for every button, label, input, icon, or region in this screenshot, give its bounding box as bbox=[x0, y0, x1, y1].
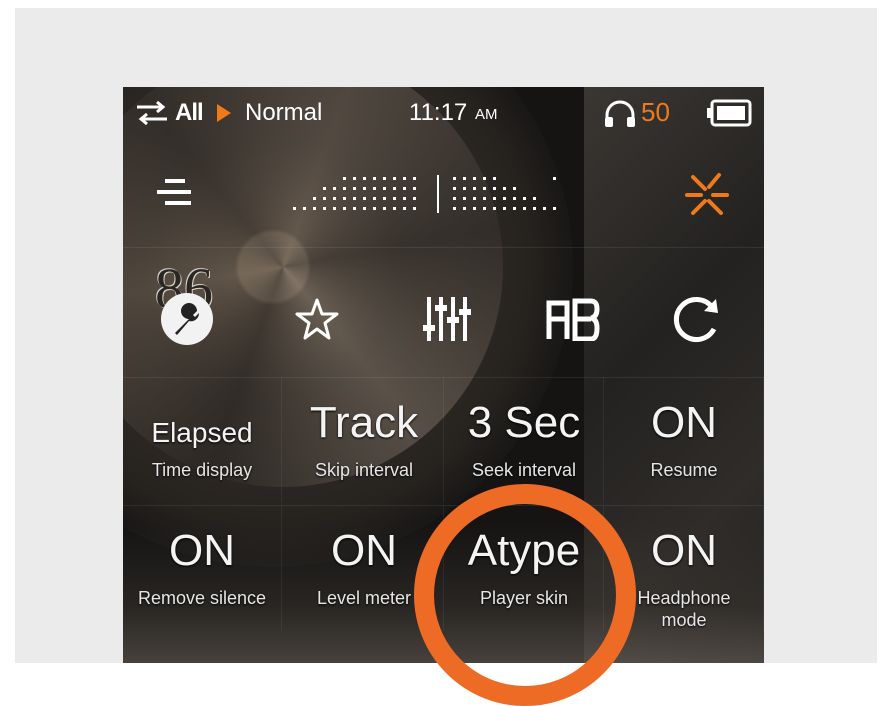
repeat-mode-label: All bbox=[175, 99, 204, 126]
ab-repeat-icon bbox=[546, 298, 600, 341]
grid-middle-divider bbox=[123, 505, 764, 506]
eq-preset-label: Normal bbox=[245, 99, 323, 126]
setting-label: Skip interval bbox=[314, 460, 414, 480]
setting-label: Seek interval bbox=[471, 460, 577, 480]
setting-value: ON bbox=[651, 398, 717, 447]
equalizer-button[interactable] bbox=[413, 265, 513, 365]
settings-icon[interactable] bbox=[679, 169, 735, 219]
quick-icon-row: 86 bbox=[123, 256, 764, 365]
headphone-icon bbox=[605, 100, 635, 127]
toolbar-divider bbox=[123, 247, 764, 248]
battery-icon bbox=[707, 99, 752, 127]
clock-time: 11:17 bbox=[409, 99, 468, 126]
favorite-button[interactable] bbox=[283, 265, 383, 365]
refresh-button[interactable] bbox=[668, 265, 764, 365]
setting-value: ON bbox=[169, 526, 235, 575]
volume-level: 50 bbox=[641, 97, 670, 127]
highlight-circle bbox=[414, 484, 636, 706]
setting-resume[interactable]: ON Resume bbox=[605, 377, 764, 503]
setting-remove-silence[interactable]: ON Remove silence bbox=[123, 505, 282, 631]
repeat-icon bbox=[137, 101, 167, 125]
ab-repeat-button[interactable] bbox=[543, 265, 643, 365]
setting-time-display[interactable]: Elapsed Time display bbox=[123, 377, 282, 503]
grid-top-divider bbox=[123, 377, 764, 378]
setting-label: Remove silence bbox=[137, 588, 267, 608]
equalizer-icon bbox=[423, 297, 471, 341]
play-state-icon bbox=[217, 104, 231, 122]
setting-label: Headphone mode bbox=[637, 588, 731, 630]
wrench-icon bbox=[161, 293, 213, 345]
setting-label: Resume bbox=[650, 460, 718, 480]
level-meter-icon bbox=[293, 175, 556, 213]
tools-button[interactable]: 86 bbox=[153, 256, 253, 365]
toolbar bbox=[123, 159, 764, 249]
refresh-icon bbox=[673, 297, 718, 342]
status-bar: All Normal 11:17 AM 50 bbox=[123, 87, 764, 137]
setting-label: Time display bbox=[151, 460, 253, 480]
setting-value: 3 Sec bbox=[467, 398, 581, 447]
setting-value: Track bbox=[309, 398, 419, 447]
star-icon bbox=[295, 298, 339, 340]
menu-icon[interactable] bbox=[153, 173, 203, 213]
clock-ampm: AM bbox=[475, 106, 498, 123]
setting-skip-interval[interactable]: Track Skip interval bbox=[285, 377, 444, 503]
setting-value: Elapsed bbox=[151, 417, 253, 448]
